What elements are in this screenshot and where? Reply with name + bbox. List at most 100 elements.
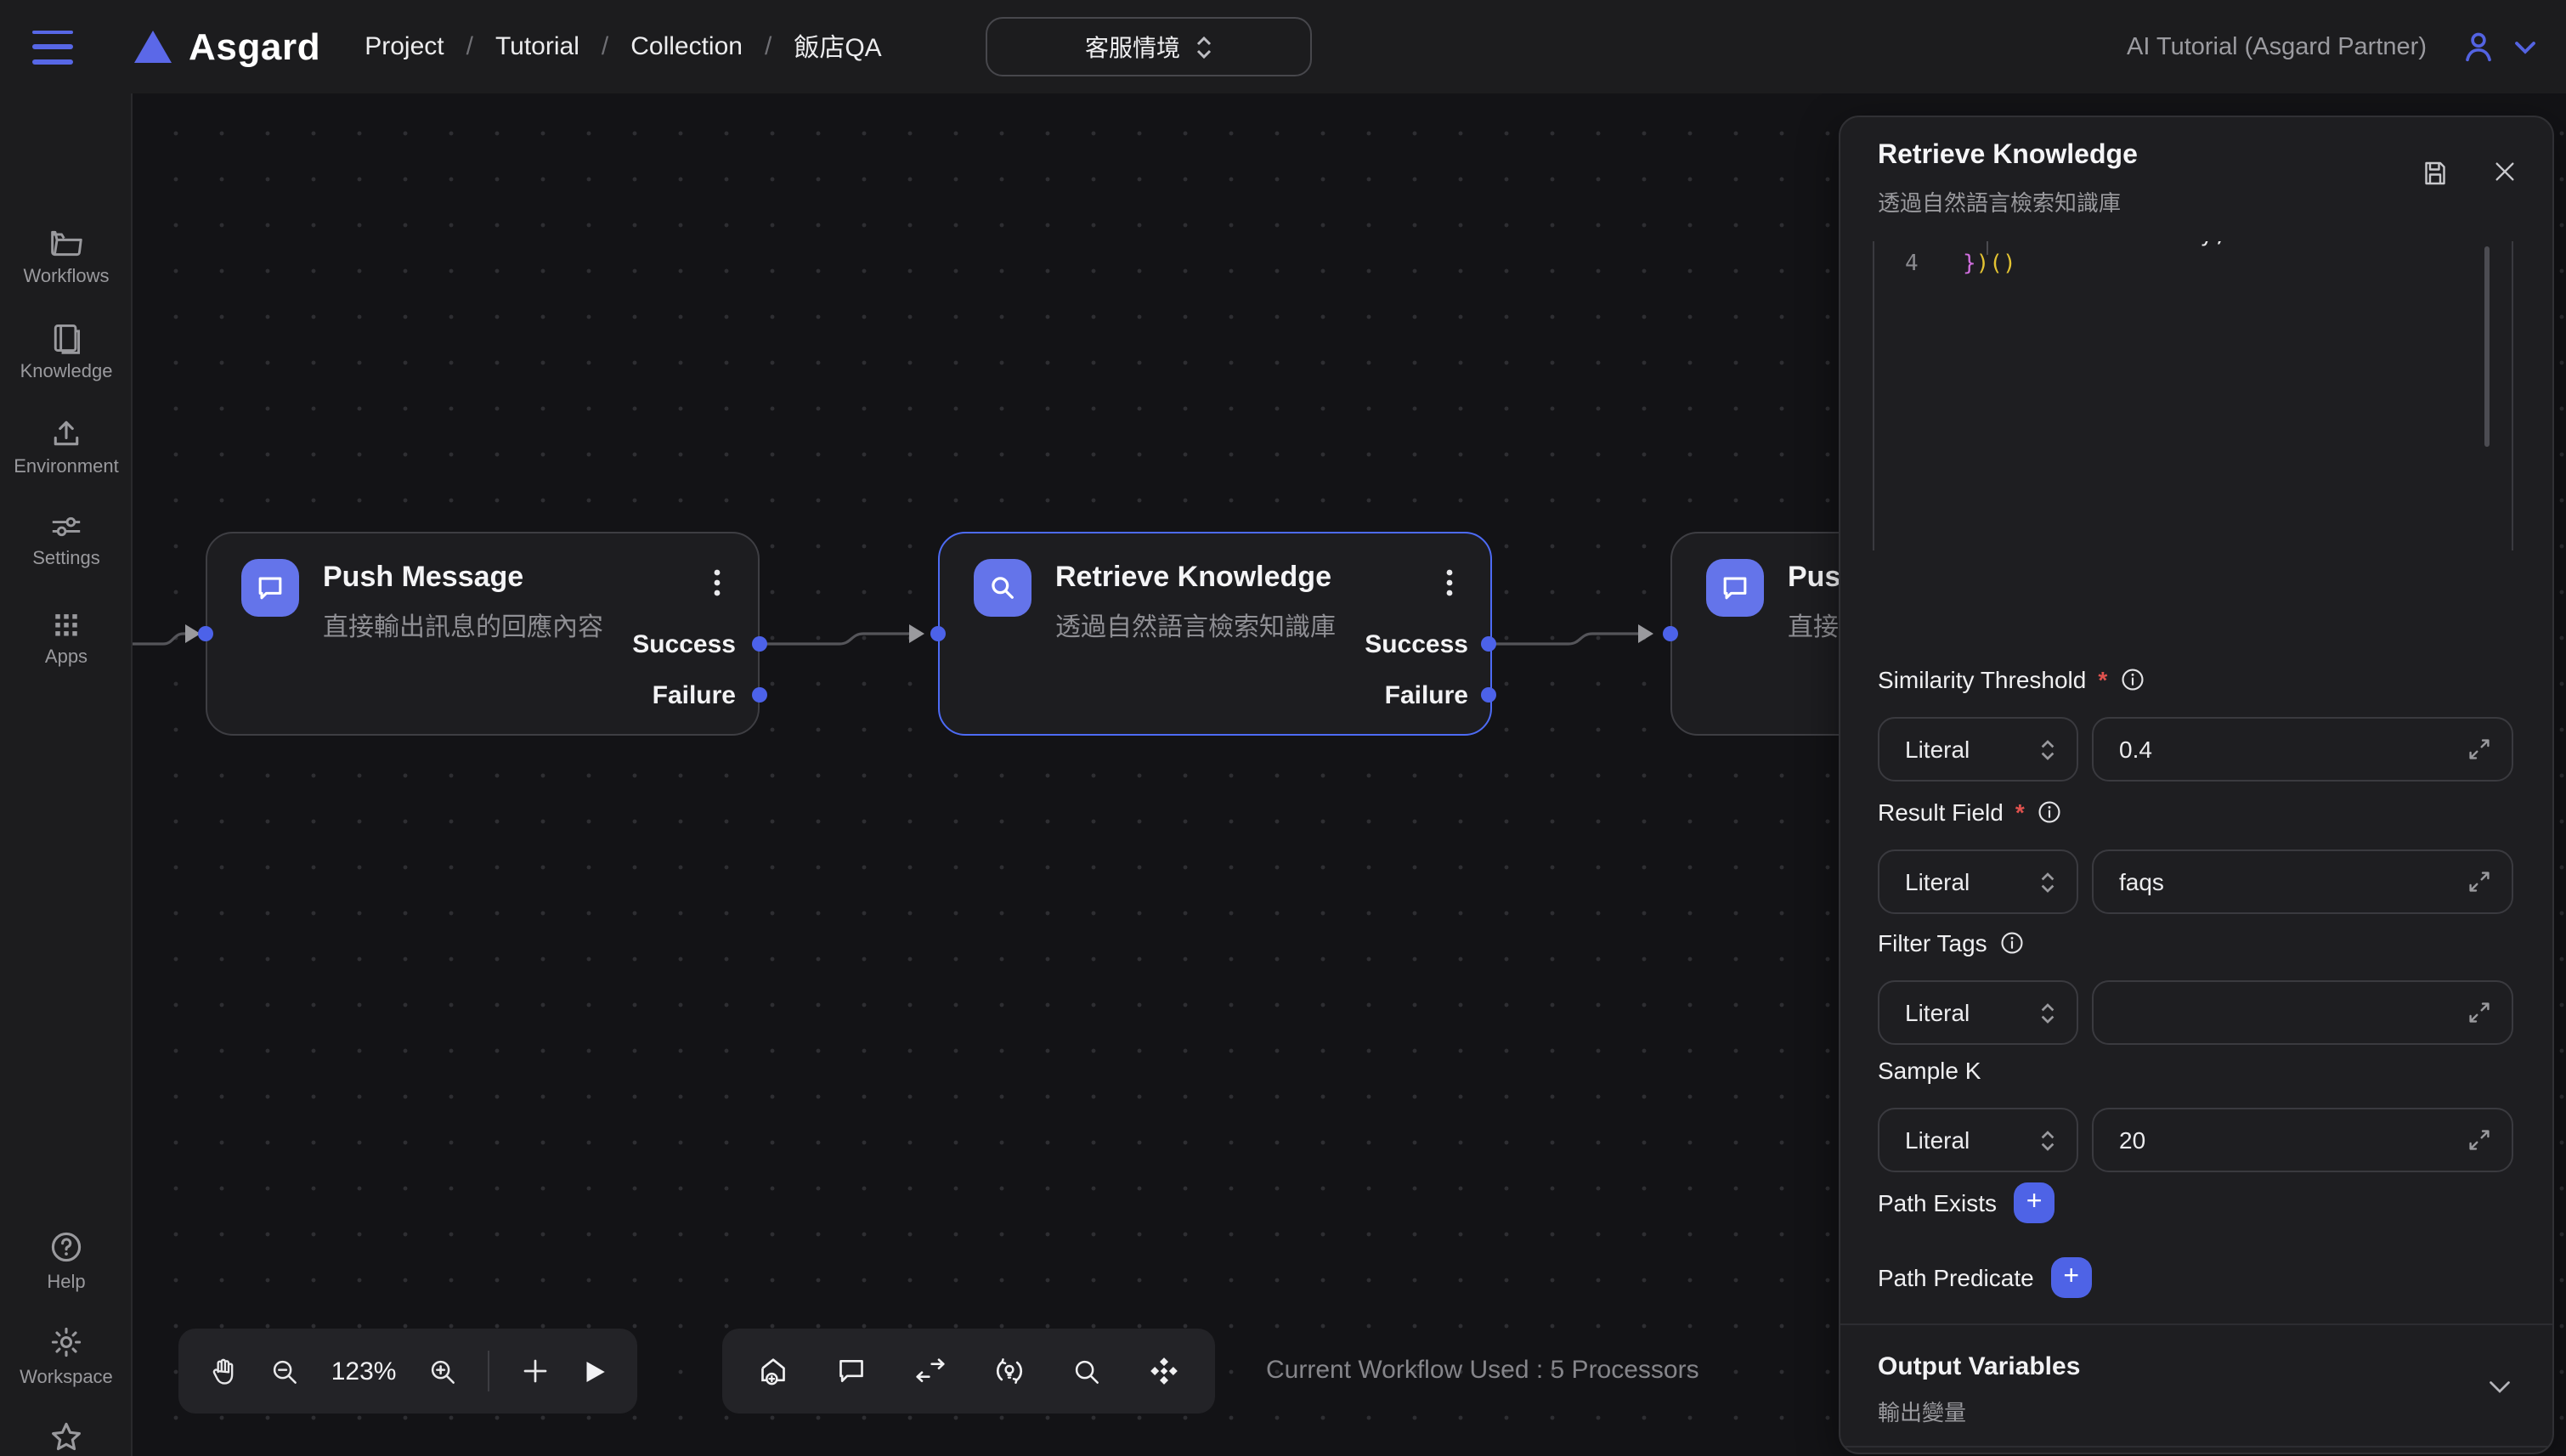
left-sidebar: Workflows Knowledge Environment Settings… <box>0 93 133 1456</box>
chat-bubble-icon <box>241 559 299 617</box>
star-icon <box>48 1419 85 1456</box>
line-number: 4 <box>1905 251 1919 277</box>
add-path-predicate-button[interactable]: + <box>2051 1257 2092 1298</box>
field-label-sample-k: Sample K <box>1878 1057 1981 1084</box>
panel-title: Retrieve Knowledge <box>1878 141 2138 172</box>
mode-select-result-field[interactable]: Literal <box>1878 849 2078 914</box>
mode-select-sample-k[interactable]: Literal <box>1878 1108 2078 1172</box>
search-icon[interactable] <box>1071 1355 1103 1387</box>
folder-icon <box>48 226 85 260</box>
toolbar-divider <box>488 1351 489 1391</box>
breadcrumb-collection[interactable]: Collection <box>630 32 743 61</box>
gear-icon <box>48 1323 85 1361</box>
node-config-panel: Retrieve Knowledge 透過自然語言檢索知識庫 . y, 4 })… <box>1839 116 2554 1454</box>
node-push-message-1[interactable]: Push Message 直接輸出訊息的回應內容 Success Failure <box>206 532 760 736</box>
fit-view-icon[interactable] <box>1147 1354 1181 1388</box>
user-icon[interactable] <box>2459 27 2498 66</box>
node-subtitle: 透過自然語言檢索知識庫 <box>1055 608 1336 644</box>
expand-icon[interactable] <box>2466 1126 2493 1154</box>
hamburger-menu-icon[interactable] <box>32 30 73 64</box>
breadcrumb-tutorial[interactable]: Tutorial <box>495 32 579 61</box>
add-icon[interactable] <box>519 1356 550 1386</box>
node-menu-kebab-icon[interactable] <box>1436 567 1463 607</box>
sidebar-item-label: Apps <box>45 647 88 668</box>
add-home-node-icon[interactable] <box>756 1354 790 1388</box>
info-icon[interactable] <box>2119 666 2146 693</box>
brand-name: Asgard <box>189 25 320 69</box>
required-asterisk: * <box>2015 799 2025 826</box>
node-menu-kebab-icon[interactable] <box>704 567 731 607</box>
path-exists-row: Path Exists + <box>1878 1182 2054 1223</box>
output-variables-title[interactable]: Output Variables <box>1878 1352 2080 1381</box>
code-scrollbar[interactable] <box>2484 246 2490 447</box>
close-icon[interactable] <box>2491 158 2518 185</box>
select-updown-icon <box>2039 1000 2056 1025</box>
mode-select-similarity-threshold[interactable]: Literal <box>1878 717 2078 782</box>
info-icon[interactable] <box>2037 799 2064 826</box>
chevron-down-icon[interactable] <box>2512 33 2539 60</box>
panel-divider <box>1840 1323 2554 1325</box>
sidebar-item-knowledge[interactable]: Knowledge <box>0 321 133 382</box>
pan-hand-icon[interactable] <box>207 1355 240 1387</box>
sidebar-item-upgrade[interactable]: Upgrade <box>0 1419 133 1456</box>
sidebar-item-workspace[interactable]: Workspace <box>0 1323 133 1388</box>
sidebar-item-label: Environment <box>14 457 119 477</box>
asgard-logo-icon <box>134 31 172 63</box>
workflow-status-text: Current Workflow Used : 5 Processors <box>1266 1356 1699 1385</box>
code-token-parens: )() <box>1976 251 2016 277</box>
sidebar-item-label: Help <box>47 1273 85 1293</box>
run-play-icon[interactable] <box>579 1357 608 1385</box>
zoom-level-value[interactable]: 123% <box>331 1357 397 1385</box>
sliders-icon <box>48 511 85 542</box>
node-retrieve-knowledge[interactable]: Retrieve Knowledge 透過自然語言檢索知識庫 Success F… <box>938 532 1492 736</box>
swap-arrows-icon[interactable] <box>913 1354 948 1388</box>
mode-select-filter-tags[interactable]: Literal <box>1878 980 2078 1045</box>
path-predicate-row: Path Predicate + <box>1878 1257 2092 1298</box>
value-input-similarity-threshold[interactable]: 0.4 <box>2092 717 2513 782</box>
port-success-label[interactable]: Success <box>1365 630 1468 659</box>
sidebar-item-apps[interactable]: Apps <box>0 607 133 668</box>
value-input-filter-tags[interactable] <box>2092 980 2513 1045</box>
value-input-sample-k[interactable]: 20 <box>2092 1108 2513 1172</box>
expand-icon[interactable] <box>2466 999 2493 1026</box>
info-icon[interactable] <box>1999 929 2026 957</box>
auto-idea-refresh-icon[interactable] <box>992 1354 1026 1388</box>
port-success-label[interactable]: Success <box>632 630 736 659</box>
code-partial-line: . y, <box>2173 241 2227 248</box>
sidebar-item-settings[interactable]: Settings <box>0 511 133 569</box>
port-failure-label[interactable]: Failure <box>653 681 736 710</box>
select-updown-icon <box>2039 736 2056 762</box>
zoom-out-icon[interactable] <box>269 1355 302 1387</box>
sidebar-item-help[interactable]: Help <box>0 1228 133 1293</box>
zoom-in-icon[interactable] <box>426 1355 458 1387</box>
save-icon[interactable] <box>2420 158 2450 189</box>
environment-select-value: 客服情境 <box>1085 30 1180 64</box>
select-updown-icon <box>2039 1127 2056 1153</box>
panel-divider <box>1840 1446 2554 1448</box>
port-failure-label[interactable]: Failure <box>1385 681 1468 710</box>
code-editor[interactable]: . y, 4 })() <box>1873 241 2513 550</box>
message-node-icon[interactable] <box>834 1354 868 1388</box>
value-input-result-field[interactable]: faqs <box>2092 849 2513 914</box>
sidebar-item-workflows[interactable]: Workflows <box>0 226 133 287</box>
book-icon <box>49 321 83 355</box>
expand-icon[interactable] <box>2466 736 2493 763</box>
select-updown-icon <box>2039 869 2056 894</box>
sidebar-item-environment[interactable]: Environment <box>0 416 133 477</box>
help-circle-icon <box>48 1228 85 1266</box>
chevron-down-icon[interactable] <box>2484 1371 2515 1402</box>
expand-icon[interactable] <box>2466 868 2493 895</box>
magnifier-icon <box>974 559 1031 617</box>
account-name[interactable]: AI Tutorial (Asgard Partner) <box>2127 0 2427 93</box>
field-label-similarity-threshold: Similarity Threshold* <box>1878 666 2146 693</box>
breadcrumb-current[interactable]: 飯店QA <box>794 29 881 65</box>
environment-select[interactable]: 客服情境 <box>986 17 1312 76</box>
field-label-filter-tags: Filter Tags <box>1878 929 2026 957</box>
required-asterisk: * <box>2098 666 2107 693</box>
add-path-exists-button[interactable]: + <box>2014 1182 2054 1223</box>
code-token-brace: } <box>1963 251 1976 277</box>
path-predicate-label: Path Predicate <box>1878 1264 2034 1291</box>
field-label-result-field: Result Field* <box>1878 799 2064 826</box>
breadcrumb-project[interactable]: Project <box>365 32 444 61</box>
node-title: Push Message <box>323 561 523 595</box>
